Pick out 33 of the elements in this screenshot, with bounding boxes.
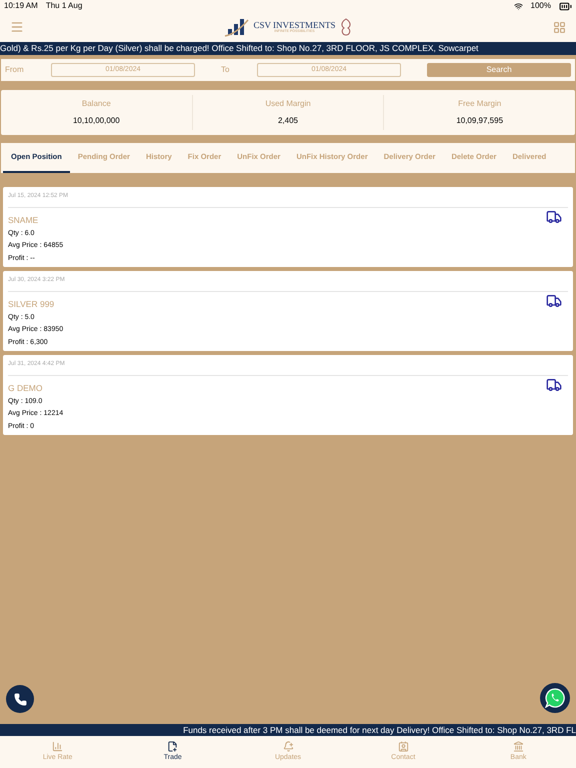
battery-icon bbox=[559, 0, 572, 12]
status-time: 10:19 AM bbox=[4, 0, 38, 12]
phone-icon bbox=[14, 692, 26, 706]
position-name: SNAME bbox=[8, 214, 40, 227]
from-label: From bbox=[5, 64, 25, 76]
chart-icon bbox=[52, 740, 64, 752]
summary-value: 10,09,97,595 bbox=[456, 115, 504, 127]
summary-label: Balance bbox=[82, 98, 111, 110]
chat-icon bbox=[545, 688, 565, 708]
battery-percent: 100% bbox=[530, 0, 551, 12]
ticker-text: Gold) & Rs.25 per Kg per Day (Silver) shall be charged! Office Shifted to: Shop No.27, 3RD FLOOR, JS COMPLEX, Sowcarpet bbox=[0, 42, 478, 55]
truck-icon[interactable] bbox=[546, 377, 562, 393]
whatsapp-button[interactable] bbox=[540, 683, 570, 713]
wifi-icon bbox=[514, 2, 523, 10]
truck-icon[interactable] bbox=[546, 209, 562, 225]
status-date: Thu 1 Aug bbox=[46, 0, 82, 12]
trade-icon bbox=[167, 740, 178, 752]
truck-icon[interactable] bbox=[546, 293, 562, 309]
to-label: To bbox=[221, 64, 230, 76]
contact-icon bbox=[398, 740, 409, 752]
summary-label: Free Margin bbox=[458, 98, 502, 110]
phone-button[interactable] bbox=[6, 685, 34, 713]
summary-label: Used Margin bbox=[265, 98, 311, 110]
bank-icon bbox=[512, 740, 524, 752]
position-name: SILVER 999 bbox=[8, 298, 56, 311]
logo-icon bbox=[224, 16, 250, 38]
emblem-icon bbox=[338, 18, 353, 36]
search-button[interactable]: Search bbox=[427, 63, 571, 77]
summary-value: 10,10,00,000 bbox=[72, 115, 120, 127]
ticker-text: Funds received after 3 PM shall be deemed for next day Delivery! Office Shifted to: Shop No.27, 3RD FL bbox=[183, 724, 576, 736]
summary-value: 2,405 bbox=[278, 115, 298, 127]
bell-icon bbox=[282, 740, 294, 752]
position-name: G DEMO bbox=[8, 382, 44, 395]
